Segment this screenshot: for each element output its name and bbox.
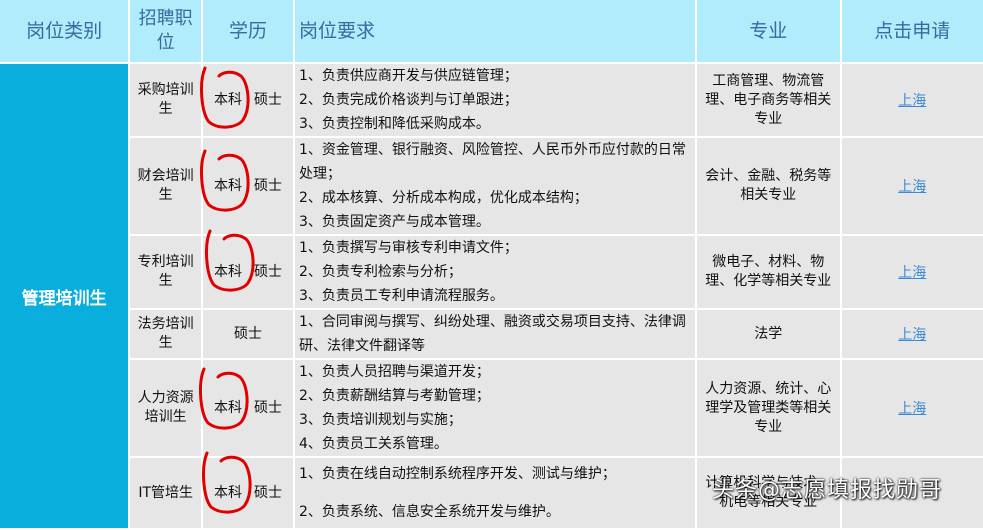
- requirement-item: 1、负责在线自动控制系统程序开发、测试与维护；: [298, 466, 616, 482]
- column-header: 点击申请: [841, 0, 983, 62]
- position-cell: 财会培训生: [130, 138, 202, 234]
- degree-master: 硕士: [253, 263, 282, 280]
- column-header: 岗位类别: [0, 0, 129, 62]
- requirement-item: 2、负责完成价格谈判与订单跟进；: [298, 92, 518, 108]
- degree-master: 硕士: [253, 177, 282, 194]
- requirement-item: 3、负责员工专利申请流程服务。: [298, 288, 504, 304]
- requirement-item: 1、负责人员招聘与渠道开发；: [298, 364, 490, 380]
- requirement-item: 2、负责专利检索与分析；: [298, 264, 462, 280]
- requirement-item: 3、负责固定资产与成本管理。: [298, 214, 490, 230]
- requirement-item: 1、负责供应商开发与供应链管理；: [298, 68, 518, 84]
- major-cell: 微电子、材料、物理、化学等相关专业: [697, 236, 840, 308]
- education-cell: 本科 硕士: [203, 138, 293, 234]
- major-cell: 人力资源、统计、心理学及管理类等相关专业: [697, 360, 840, 456]
- requirements-cell: 1、负责人员招聘与渠道开发； 2、负责薪酬结算与考勤管理； 3、负责培训规划与实施；…: [294, 360, 696, 456]
- degree-master: 硕士: [233, 325, 262, 342]
- column-header: 专业: [697, 0, 840, 62]
- requirement-item: 1、负责撰写与审核专利申请文件；: [298, 240, 518, 256]
- apply-cell: 上海: [841, 138, 983, 234]
- apply-link-shanghai[interactable]: 上海: [898, 401, 926, 417]
- position-cell: 专利培训生: [130, 236, 202, 308]
- degree-master: 硕士: [253, 91, 282, 108]
- degree-bachelor: 本科: [213, 91, 242, 108]
- degree-master: 硕士: [253, 484, 282, 501]
- table-row: 人力资源培训生 本科 硕士 1、负责人员招聘与渠道开发； 2、负责薪酬结算与考勤管理； 3…: [0, 360, 983, 456]
- education-cell: 硕士: [203, 310, 293, 358]
- position-cell: 人力资源培训生: [130, 360, 202, 456]
- column-header: 学历: [203, 0, 293, 62]
- education-cell: 本科 硕士: [203, 458, 293, 528]
- degree-master: 硕士: [253, 399, 282, 416]
- degree-bachelor: 本科: [213, 263, 242, 280]
- degree-bachelor: 本科: [213, 484, 242, 501]
- apply-link-shanghai[interactable]: 上海: [898, 93, 926, 109]
- column-header: 招聘职位: [130, 0, 202, 62]
- column-header: 岗位要求: [294, 0, 696, 62]
- position-cell: 采购培训生: [130, 64, 202, 136]
- education-cell: 本科 硕士: [203, 360, 293, 456]
- requirements-cell: 1、负责在线自动控制系统程序开发、测试与维护； 2、负责系统、信息安全系统开发与维…: [294, 458, 696, 528]
- recruitment-table: 岗位类别 招聘职位 学历 岗位要求 专业 点击申请 管理培训生 采购培训生 本科 硕士 1、负责供…: [0, 0, 983, 530]
- position-cell: IT管培生: [130, 458, 202, 528]
- apply-cell: 上海: [841, 360, 983, 456]
- degree-bachelor: 本科: [213, 177, 242, 194]
- education-cell: 本科 硕士: [203, 236, 293, 308]
- table-row: 专利培训生 本科 硕士 1、负责撰写与审核专利申请文件； 2、负责专利检索与分析； 3、负…: [0, 236, 983, 308]
- apply-link-shanghai[interactable]: 上海: [898, 265, 926, 281]
- major-cell: 会计、金融、税务等相关专业: [697, 138, 840, 234]
- requirement-item: 2、成本核算、分析成本构成，优化成本结构；: [298, 190, 588, 206]
- requirement-item: 2、负责薪酬结算与考勤管理；: [298, 388, 490, 404]
- requirements-cell: 1、资金管理、银行融资、风险管控、人民币外币应付款的日常处理； 2、成本核算、分析…: [294, 138, 696, 234]
- table-row: 法务培训生 硕士 1、合同审阅与撰写、纠纷处理、融资或交易项目支持、法律调研、法律文…: [0, 310, 983, 358]
- requirements-cell: 1、负责撰写与审核专利申请文件； 2、负责专利检索与分析； 3、负责员工专利申请流程…: [294, 236, 696, 308]
- category-cell: 管理培训生: [0, 64, 129, 528]
- apply-link-shanghai[interactable]: 上海: [898, 327, 926, 343]
- requirement-item: 3、负责控制和降低采购成本。: [298, 116, 490, 132]
- apply-cell: 上海: [841, 310, 983, 358]
- table-row: 管理培训生 采购培训生 本科 硕士 1、负责供应商开发与供应链管理； 2、负责完成价格谈判…: [0, 64, 983, 528]
- requirement-item: 3、负责培训规划与实施；: [298, 412, 462, 428]
- degree-bachelor: 本科: [213, 399, 242, 416]
- table-header: 岗位类别 招聘职位 学历 岗位要求 专业 点击申请: [0, 0, 983, 62]
- apply-cell: 上海: [841, 64, 983, 136]
- requirement-item: 1、合同审阅与撰写、纠纷处理、融资或交易项目支持、法律调研、法律文件翻译等: [298, 314, 686, 354]
- table-row: 财会培训生 本科 硕士 1、资金管理、银行融资、风险管控、人民币外币应付款的日常处理；…: [0, 138, 983, 234]
- requirement-item: 4、负责员工关系管理。: [298, 436, 448, 452]
- education-cell: 本科 硕士: [203, 64, 293, 136]
- watermark: 头条@志愿填报找勋哥: [712, 478, 943, 503]
- major-cell: 法学: [697, 310, 840, 358]
- requirements-cell: 1、合同审阅与撰写、纠纷处理、融资或交易项目支持、法律调研、法律文件翻译等: [294, 310, 696, 358]
- apply-cell: 上海: [841, 236, 983, 308]
- major-cell: 工商管理、物流管理、电子商务等相关专业: [697, 64, 840, 136]
- requirement-item: 1、资金管理、银行融资、风险管控、人民币外币应付款的日常处理；: [298, 142, 686, 182]
- requirements-cell: 1、负责供应商开发与供应链管理； 2、负责完成价格谈判与订单跟进； 3、负责控制和降…: [294, 64, 696, 136]
- apply-link-shanghai[interactable]: 上海: [898, 179, 926, 195]
- position-cell: 法务培训生: [130, 310, 202, 358]
- requirement-item: 2、负责系统、信息安全系统开发与维护。: [298, 504, 560, 520]
